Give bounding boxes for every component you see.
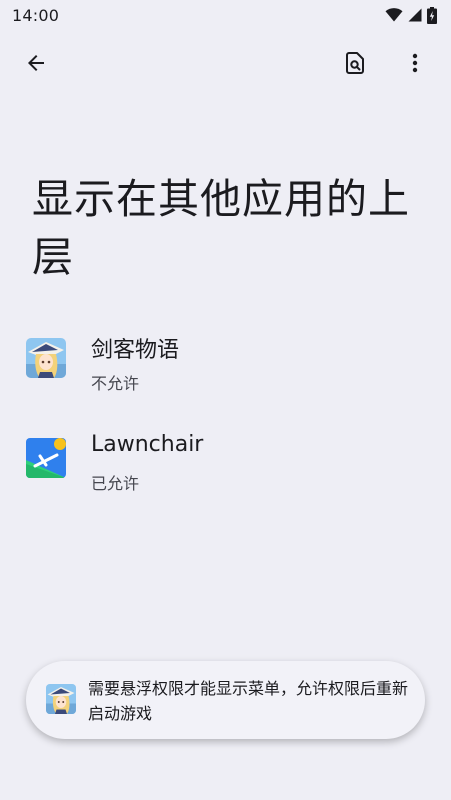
app-permission-status: 不允许 (91, 374, 140, 393)
app-name: 剑客物语 (91, 338, 180, 363)
app-list: 剑客物语 不允许 Lawnchair 已允许 (0, 318, 451, 518)
search-settings-icon (343, 51, 367, 79)
game-character-icon (26, 338, 66, 378)
page-title: 显示在其他应用的上层 (32, 175, 410, 281)
app-name: Lawnchair (91, 432, 204, 457)
cell-signal-icon (408, 8, 422, 22)
back-button[interactable] (14, 43, 58, 87)
list-item-lawnchair[interactable]: Lawnchair 已允许 (0, 418, 451, 518)
screen: 14:00 显示在其他应用的上层 剑客物语 不允许 Lawnchair 已允许 … (0, 0, 451, 800)
wifi-icon (385, 8, 403, 22)
status-bar: 14:00 (0, 0, 451, 30)
app-permission-status: 已允许 (91, 474, 140, 493)
list-item-jianke[interactable]: 剑客物语 不允许 (0, 318, 451, 418)
toast-message: 需要悬浮权限才能显示菜单，允许权限后重新启动游戏 (26, 661, 425, 739)
game-character-icon (46, 684, 76, 714)
top-app-bar (0, 38, 451, 94)
arrow-back-icon (24, 51, 48, 79)
status-icons (385, 6, 437, 24)
more-options-button[interactable] (393, 43, 437, 87)
toast-text: 需要悬浮权限才能显示菜单，允许权限后重新启动游戏 (88, 679, 409, 723)
lawnchair-icon (26, 438, 66, 478)
more-vert-icon (403, 51, 427, 79)
status-time: 14:00 (12, 5, 60, 25)
search-settings-button[interactable] (333, 43, 377, 87)
battery-charging-icon (427, 6, 437, 24)
